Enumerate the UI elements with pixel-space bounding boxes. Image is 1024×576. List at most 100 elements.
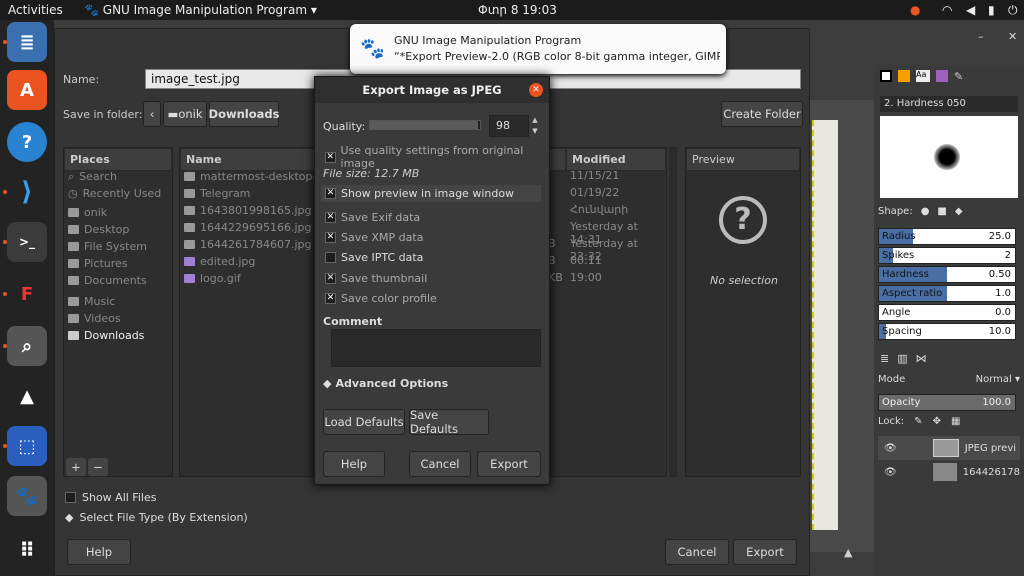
battery-icon[interactable]: ▮ <box>988 3 995 17</box>
spacing-spinner[interactable]: Spacing 10.0 <box>878 323 1016 340</box>
quality-stepper[interactable]: ▲ ▼ <box>529 115 541 137</box>
app-grid-icon[interactable]: ⠿ <box>7 530 47 570</box>
close-icon[interactable]: ✕ <box>1008 30 1017 43</box>
modified-column-header[interactable]: Modified <box>566 148 666 171</box>
font-tab-icon[interactable]: Aa <box>916 70 930 82</box>
navigate-icon[interactable]: ▲ <box>844 546 852 559</box>
app-menu[interactable]: 🐾 GNU Image Manipulation Program ▾ <box>84 3 317 17</box>
advanced-options-expander[interactable]: ◆ Advanced Options <box>323 377 448 390</box>
file-row[interactable]: 1644229695166.jpg <box>184 219 312 236</box>
lock-position-icon[interactable]: ✥ <box>933 416 941 427</box>
create-folder-button[interactable]: Create Folder <box>721 101 803 127</box>
scrollbar[interactable] <box>669 147 677 477</box>
load-defaults-button[interactable]: Load Defaults <box>323 409 405 435</box>
text-editor-icon[interactable]: ≣ <box>7 22 47 62</box>
places-item[interactable]: Music <box>68 293 115 310</box>
lock-alpha-icon[interactable]: ▦ <box>951 416 960 427</box>
opacity-spinner[interactable]: Opacity 100.0 <box>878 394 1016 411</box>
paths-tab-icon[interactable]: ⋈ <box>916 352 927 365</box>
drive-icon <box>68 242 79 251</box>
brush-tab-icon[interactable] <box>880 70 892 82</box>
visibility-icon[interactable]: 👁 <box>884 443 897 454</box>
export-button[interactable]: Export <box>477 451 541 477</box>
quality-input[interactable]: 98 <box>489 115 529 137</box>
power-icon[interactable]: ⏻ <box>1008 3 1018 18</box>
places-item[interactable]: Downloads <box>68 327 144 344</box>
file-type-expander[interactable]: ◆ Select File Type (By Extension) <box>65 511 248 524</box>
square-shape-icon[interactable]: ■ <box>937 206 946 217</box>
layers-tab-icon[interactable]: ≣ <box>880 352 889 365</box>
places-item[interactable]: Pictures <box>68 255 128 272</box>
minimize-icon[interactable]: – <box>978 30 984 43</box>
show-preview-checkbox[interactable]: ✕ Show preview in image window <box>321 185 541 202</box>
thumbnail-checkbox[interactable]: ✕ Save thumbnail <box>325 272 427 285</box>
close-icon[interactable]: ✕ <box>529 83 543 97</box>
cancel-button[interactable]: Cancel <box>409 451 471 477</box>
file-row[interactable]: 1644261784607.jpg <box>184 236 312 253</box>
color-profile-checkbox[interactable]: ✕ Save color profile <box>325 292 437 305</box>
wifi-icon[interactable]: ◠ <box>942 3 952 17</box>
paintbrush-tab-icon[interactable]: ✎ <box>954 70 966 83</box>
mode-row: Mode Normal ▾ <box>878 374 1020 385</box>
jpeg-export-dialog: Export Image as JPEG ✕ Quality: 98 ▲ ▼ ✕ U… <box>314 76 550 485</box>
back-button[interactable]: ‹ <box>143 101 161 127</box>
notification[interactable]: 🐾 GNU Image Manipulation Program “*Expor… <box>350 24 726 74</box>
filezilla-icon[interactable]: F <box>7 274 47 314</box>
pattern-tab-icon[interactable] <box>898 70 910 82</box>
remove-place-button[interactable]: − <box>88 458 108 476</box>
angle-spinner[interactable]: Angle 0.0 <box>878 304 1016 321</box>
volume-icon[interactable]: ◀ <box>966 3 975 17</box>
hardness-spinner[interactable]: Hardness 0.50 <box>878 266 1016 283</box>
file-row[interactable]: mattermost-desktop-5 <box>184 168 323 185</box>
iptc-checkbox[interactable]: Save IPTC data <box>325 251 423 264</box>
diamond-shape-icon[interactable]: ◆ <box>955 206 963 217</box>
clock[interactable]: Փտր 8 19:03 <box>478 3 557 17</box>
places-item[interactable]: ⌕ Search <box>68 168 117 185</box>
save-defaults-button[interactable]: Save Defaults <box>409 408 489 436</box>
screenshot-icon[interactable]: ⬚ <box>7 426 47 466</box>
magnifier-icon[interactable]: ⌕ <box>7 326 47 366</box>
show-all-files-checkbox[interactable]: Show All Files <box>65 491 156 504</box>
comment-textarea[interactable] <box>331 329 541 367</box>
add-place-button[interactable]: + <box>66 458 86 476</box>
gimp-icon[interactable]: 🐾 <box>7 476 47 516</box>
inkscape-icon[interactable]: ▲ <box>7 376 47 416</box>
spikes-spinner[interactable]: Spikes 2 <box>878 247 1016 264</box>
quality-slider[interactable] <box>369 120 481 130</box>
status-indicator-icon[interactable]: ● <box>910 3 920 17</box>
channels-tab-icon[interactable]: ▥ <box>897 352 907 365</box>
radius-spinner[interactable]: Radius 25.0 <box>878 228 1016 245</box>
help-icon[interactable]: ? <box>7 122 47 162</box>
vscode-icon[interactable]: ⟩ <box>7 172 47 212</box>
cancel-button[interactable]: Cancel <box>665 539 729 565</box>
file-row[interactable]: Telegram <box>184 185 250 202</box>
help-button[interactable]: Help <box>67 539 131 565</box>
places-item[interactable]: Videos <box>68 310 121 327</box>
exif-checkbox[interactable]: ✕ Save Exif data <box>325 211 420 224</box>
aspect-spinner[interactable]: Aspect ratio 1.0 <box>878 285 1016 302</box>
activities-button[interactable]: Activities <box>8 3 63 17</box>
layer-row[interactable]: 👁 164426178 <box>878 460 1020 484</box>
places-item[interactable]: Documents <box>68 272 147 289</box>
crumb-onik[interactable]: ▬ onik <box>163 101 207 127</box>
places-item[interactable]: ◷ Recently Used <box>68 185 161 202</box>
lock-pixels-icon[interactable]: ✎ <box>914 416 922 427</box>
terminal-icon[interactable]: >_ <box>7 222 47 262</box>
visibility-icon[interactable]: 👁 <box>884 467 897 478</box>
image-canvas[interactable] <box>812 120 838 530</box>
file-row[interactable]: logo.gif <box>184 270 241 287</box>
mode-select[interactable]: Normal ▾ <box>976 374 1020 385</box>
crumb-downloads[interactable]: Downloads <box>209 101 279 127</box>
export-button[interactable]: Export <box>733 539 797 565</box>
places-item[interactable]: File System <box>68 238 147 255</box>
file-row[interactable]: edited.jpg <box>184 253 255 270</box>
places-item[interactable]: Desktop <box>68 221 129 238</box>
circle-shape-icon[interactable]: ● <box>921 206 930 217</box>
xmp-checkbox[interactable]: ✕ Save XMP data <box>325 231 423 244</box>
file-row[interactable]: 1643801998165.jpg <box>184 202 312 219</box>
app-store-icon[interactable]: A <box>7 70 47 110</box>
places-item[interactable]: onik <box>68 204 107 221</box>
gradient-tab-icon[interactable] <box>936 70 948 82</box>
layer-row[interactable]: 👁 JPEG previ <box>878 436 1020 460</box>
help-button[interactable]: Help <box>323 451 385 477</box>
